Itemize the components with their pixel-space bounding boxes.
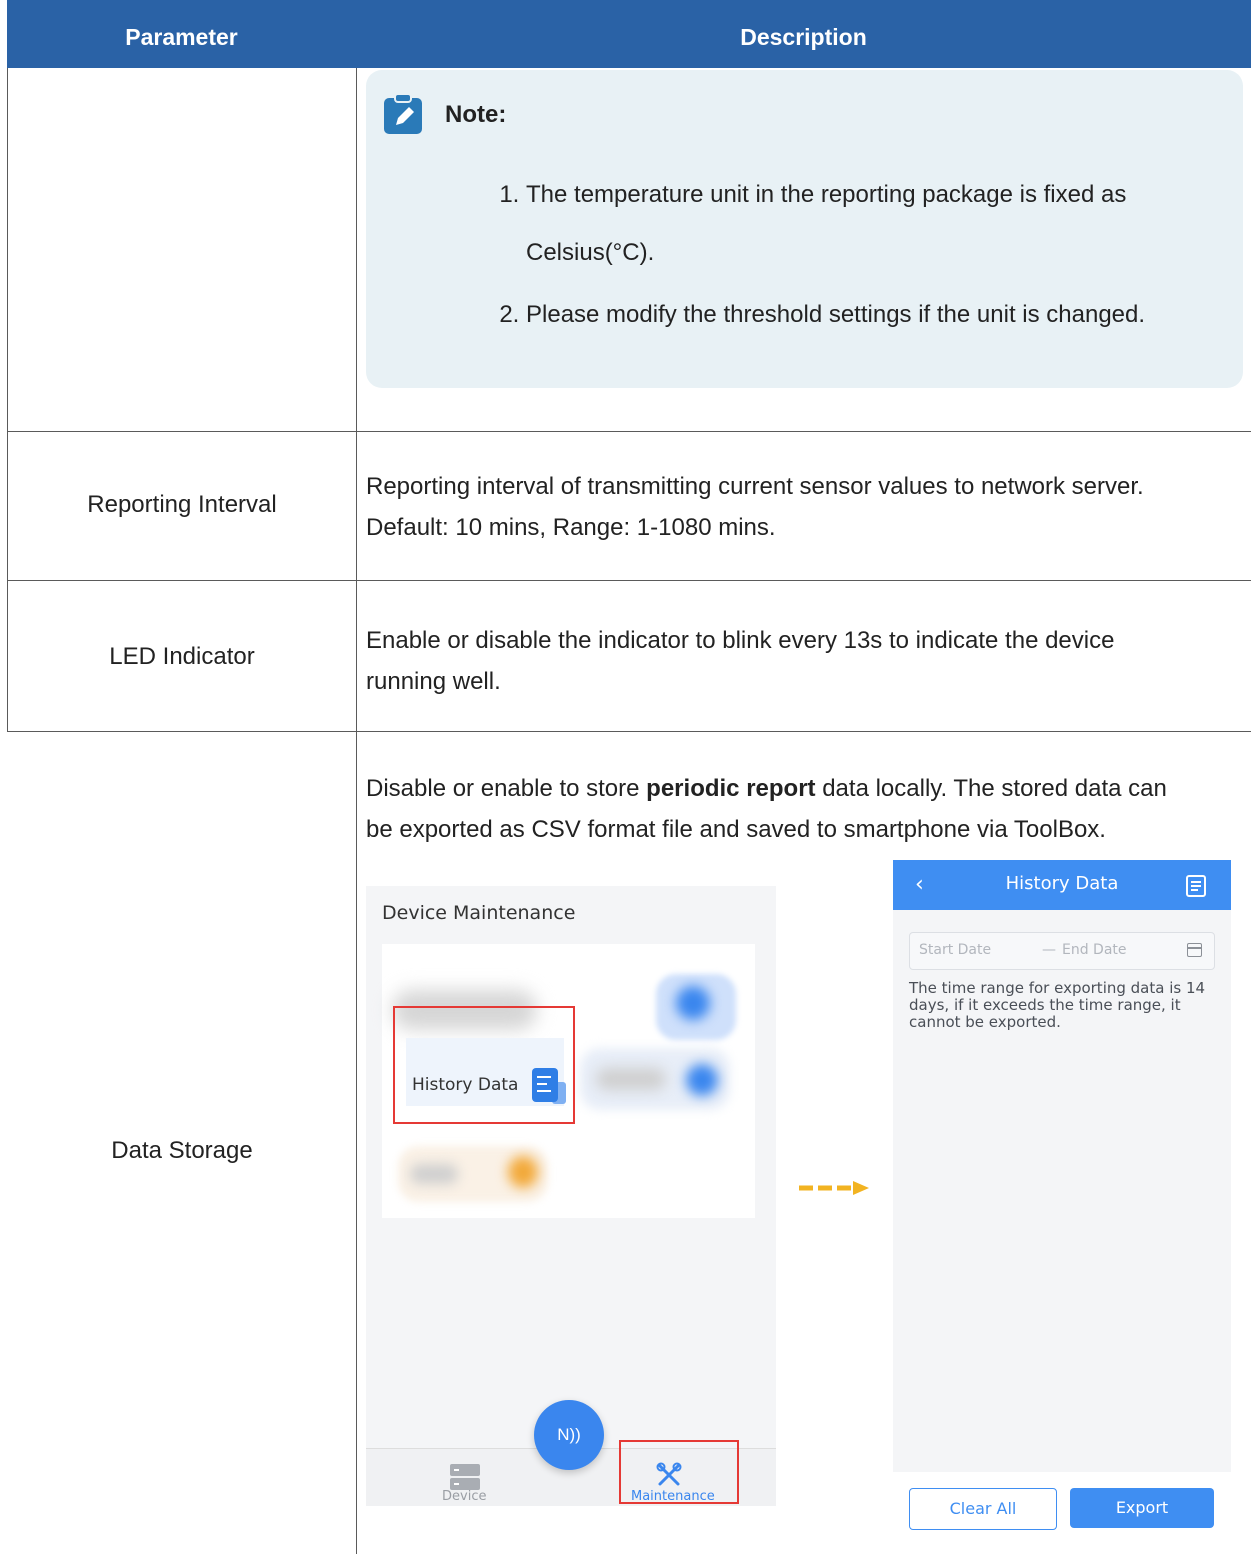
note-title: Note:	[445, 101, 507, 128]
table-column-divider	[356, 68, 357, 1554]
highlight-box	[619, 1440, 739, 1504]
calendar-icon[interactable]	[1187, 943, 1202, 957]
tab-device[interactable]: Device	[442, 1489, 486, 1504]
blurred-icon	[508, 1156, 538, 1188]
device-tab-icon[interactable]	[450, 1464, 480, 1490]
header-description: Description	[740, 24, 867, 50]
desc-line: Disable or enable to store periodic repo…	[366, 768, 1246, 809]
blurred-icon	[676, 986, 710, 1020]
desc-text: data locally. The stored data can	[815, 775, 1167, 802]
export-hint: The time range for exporting data is 14 …	[909, 979, 1206, 1031]
header-parameter: Parameter	[125, 24, 238, 50]
param-led-indicator: LED Indicator	[109, 643, 255, 670]
device-maintenance-screenshot: Device Maintenance History Data Device M…	[366, 886, 776, 1506]
blurred-label	[596, 1068, 666, 1090]
blurred-icon	[686, 1064, 718, 1096]
note-pencil-icon	[384, 93, 422, 134]
table-border-left	[7, 68, 8, 732]
table-header: Parameter Description	[7, 0, 1251, 68]
note-list: The temperature unit in the reporting pa…	[498, 166, 1251, 344]
note-callout: Note: The temperature unit in the report…	[366, 70, 1243, 388]
blurred-label	[410, 1164, 458, 1184]
desc-text: Disable or enable to store	[366, 775, 647, 802]
nfc-icon: N))	[557, 1425, 581, 1444]
note-item: The temperature unit in the reporting pa…	[526, 166, 1251, 282]
desc-bold-text: periodic report	[646, 775, 816, 802]
desc-line: Reporting interval of transmitting curre…	[366, 473, 1144, 500]
date-range-input[interactable]: Start Date — End Date	[909, 932, 1215, 970]
screen-title: Device Maintenance	[382, 902, 576, 924]
desc-line: be exported as CSV format file and saved…	[366, 816, 1106, 843]
screen-title: History Data	[1005, 873, 1119, 894]
param-reporting-interval: Reporting Interval	[87, 491, 277, 518]
start-date-placeholder[interactable]: Start Date	[919, 942, 991, 958]
desc-data-storage: Disable or enable to store periodic repo…	[366, 768, 1246, 850]
row-divider	[7, 580, 1251, 581]
desc-line: Default: 10 mins, Range: 1-1080 mins.	[366, 514, 776, 541]
desc-line: running well.	[366, 668, 501, 695]
desc-led-indicator: Enable or disable the indicator to blink…	[366, 620, 1246, 702]
history-data-screenshot: ‹ History Data Start Date — End Date The…	[893, 860, 1231, 1540]
app-top-bar: ‹ History Data	[893, 860, 1231, 910]
note-item: Please modify the threshold settings if …	[526, 286, 1251, 344]
date-separator: —	[1042, 942, 1056, 958]
export-doc-icon[interactable]	[1186, 875, 1206, 897]
row-divider	[7, 731, 1251, 732]
highlight-box	[393, 1006, 575, 1124]
param-data-storage: Data Storage	[111, 1137, 253, 1164]
dashed-arrow-icon	[799, 1181, 869, 1195]
desc-reporting-interval: Reporting interval of transmitting curre…	[366, 466, 1246, 548]
desc-line: Enable or disable the indicator to blink…	[366, 627, 1115, 654]
clear-all-button[interactable]: Clear All	[909, 1488, 1057, 1530]
export-button[interactable]: Export	[1070, 1488, 1214, 1528]
nfc-button[interactable]: N))	[534, 1400, 604, 1470]
end-date-placeholder[interactable]: End Date	[1062, 942, 1127, 958]
row-divider	[7, 431, 1251, 432]
